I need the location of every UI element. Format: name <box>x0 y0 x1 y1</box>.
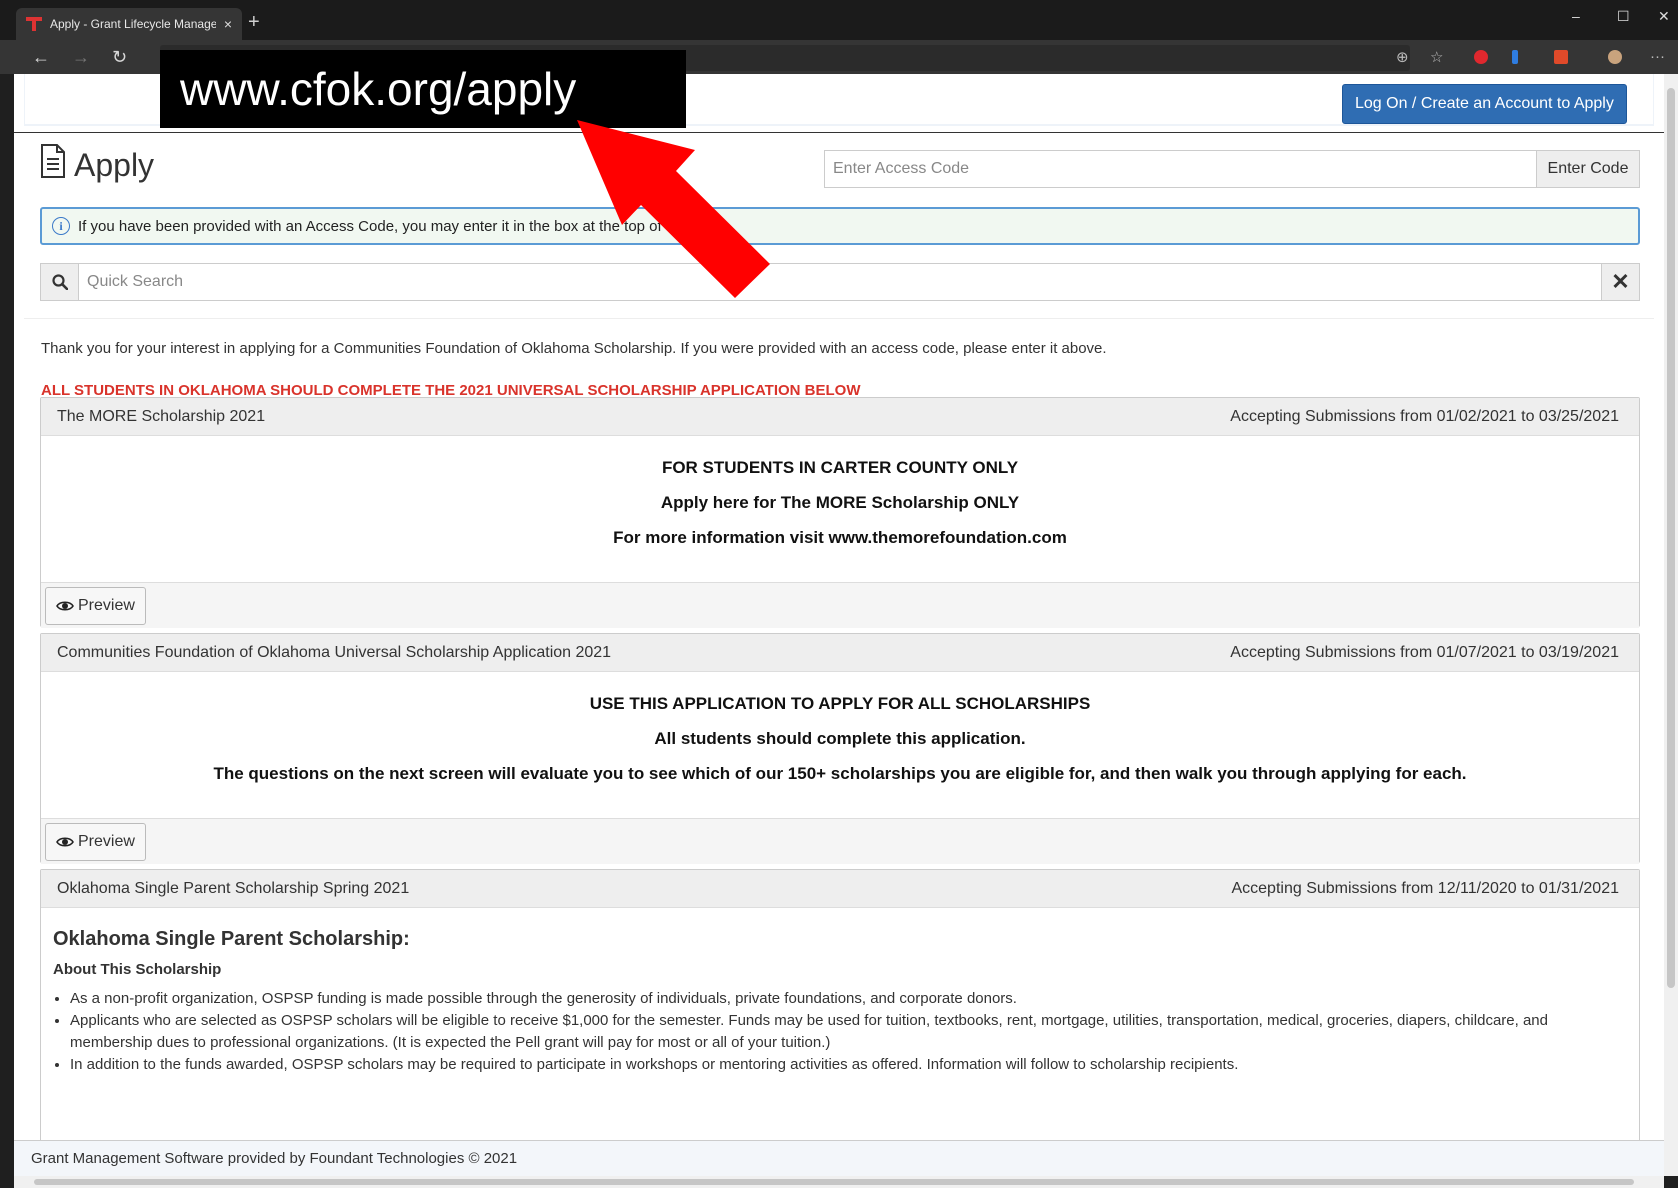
preview-label: Preview <box>78 833 135 850</box>
eye-icon <box>56 836 74 848</box>
opportunity-heading[interactable]: The MORE Scholarship 2021 Accepting Subm… <box>41 398 1639 436</box>
opportunity-dates: Accepting Submissions from 12/11/2020 to… <box>1231 879 1619 897</box>
scholarship-heading: Oklahoma Single Parent Scholarship: <box>53 928 410 950</box>
forward-button[interactable]: → <box>72 46 90 68</box>
document-icon <box>40 144 66 186</box>
extension-office-icon[interactable] <box>1554 50 1568 64</box>
about-subheading: About This Scholarship <box>53 961 222 978</box>
opportunity-footer: Preview <box>41 818 1639 864</box>
more-menu-icon[interactable]: ··· <box>1650 48 1665 65</box>
quick-search-group: ✕ <box>40 263 1640 301</box>
quick-search-input[interactable] <box>78 263 1602 301</box>
list-item: In addition to the funds awarded, OSPSP … <box>70 1054 1627 1076</box>
minimize-button[interactable]: – <box>1572 8 1580 24</box>
intro-text: Thank you for your interest in applying … <box>41 340 1107 357</box>
opportunity-description: FOR STUDENTS IN CARTER COUNTY ONLY Apply… <box>41 436 1639 581</box>
page-title-text: Apply <box>74 146 155 183</box>
extension-adblock-icon[interactable] <box>1474 50 1488 64</box>
opportunity-panel-universal: Communities Foundation of Oklahoma Unive… <box>40 633 1640 864</box>
page-viewport: Log On / Create an Account to Apply Appl… <box>14 74 1664 1176</box>
info-icon: i <box>52 217 70 235</box>
browser-tab[interactable]: Apply - Grant Lifecycle Manager × <box>16 8 242 40</box>
opportunity-dates: Accepting Submissions from 01/02/2021 to… <box>1230 407 1619 425</box>
vertical-scrollbar[interactable] <box>1664 74 1678 1176</box>
horizontal-scrollbar[interactable] <box>14 1176 1664 1188</box>
opportunity-heading[interactable]: Oklahoma Single Parent Scholarship Sprin… <box>41 870 1639 908</box>
opportunity-panel-more: The MORE Scholarship 2021 Accepting Subm… <box>40 397 1640 628</box>
site-footer: Grant Management Software provided by Fo… <box>14 1140 1664 1176</box>
preview-button[interactable]: Preview <box>45 823 146 861</box>
description-line: Apply here for The MORE Scholarship ONLY <box>660 493 1020 512</box>
window-close-button[interactable]: ✕ <box>1658 8 1670 25</box>
profile-avatar[interactable] <box>1608 50 1622 64</box>
search-icon <box>40 263 78 301</box>
opportunity-description: USE THIS APPLICATION TO APPLY FOR ALL SC… <box>41 672 1639 817</box>
tab-title: Apply - Grant Lifecycle Manager <box>50 17 216 31</box>
list-item: As a non-profit organization, OSPSP fund… <box>70 988 1627 1010</box>
info-alert-text: If you have been provided with an Access… <box>78 217 729 235</box>
preview-label: Preview <box>78 597 135 614</box>
access-code-group: Enter Code <box>824 150 1640 188</box>
eye-icon <box>56 600 74 612</box>
description-line: FOR STUDENTS IN CARTER COUNTY ONLY <box>661 458 1019 477</box>
browser-tab-bar: Apply - Grant Lifecycle Manager × + – ☐ … <box>0 0 1678 40</box>
description-line: All students should complete this applic… <box>654 729 1026 748</box>
description-line: For more information visit www.themorefo… <box>613 528 1067 547</box>
new-tab-button[interactable]: + <box>248 12 260 32</box>
access-code-input[interactable] <box>824 150 1536 188</box>
preview-button[interactable]: Preview <box>45 587 146 625</box>
login-create-account-button[interactable]: Log On / Create an Account to Apply <box>1342 84 1627 124</box>
scholarship-details-list: As a non-profit organization, OSPSP fund… <box>53 988 1627 1076</box>
opportunity-footer: Preview <box>41 582 1639 628</box>
favorite-star-icon[interactable]: ☆ <box>1430 48 1443 66</box>
access-code-info-alert: i If you have been provided with an Acce… <box>40 207 1640 245</box>
description-line: The questions on the next screen will ev… <box>213 764 1467 783</box>
opportunity-name: The MORE Scholarship 2021 <box>57 407 266 425</box>
opportunity-heading[interactable]: Communities Foundation of Oklahoma Unive… <box>41 634 1639 672</box>
clear-search-button[interactable]: ✕ <box>1602 263 1640 301</box>
opportunity-description: Oklahoma Single Parent Scholarship: Abou… <box>41 908 1639 1076</box>
opportunity-panel-single-parent: Oklahoma Single Parent Scholarship Sprin… <box>40 869 1640 1149</box>
opportunity-name: Communities Foundation of Oklahoma Unive… <box>57 643 612 661</box>
divider <box>24 318 1654 319</box>
extension-pen-icon[interactable] <box>1512 50 1518 64</box>
zoom-icon[interactable]: ⊕ <box>1396 48 1409 66</box>
opportunity-dates: Accepting Submissions from 01/07/2021 to… <box>1230 643 1619 661</box>
url-callout-label: www.cfok.org/apply <box>160 50 686 128</box>
refresh-button[interactable]: ↻ <box>112 46 127 68</box>
page-title: Apply <box>40 144 154 186</box>
opportunity-name: Oklahoma Single Parent Scholarship Sprin… <box>57 879 410 897</box>
site-favicon-icon <box>26 17 42 31</box>
list-item: Applicants who are selected as OSPSP sch… <box>70 1010 1627 1054</box>
back-button[interactable]: ← <box>32 46 50 68</box>
enter-code-button[interactable]: Enter Code <box>1536 150 1640 188</box>
tab-close-icon[interactable]: × <box>224 16 232 32</box>
description-line: USE THIS APPLICATION TO APPLY FOR ALL SC… <box>589 694 1091 713</box>
maximize-button[interactable]: ☐ <box>1617 8 1630 25</box>
